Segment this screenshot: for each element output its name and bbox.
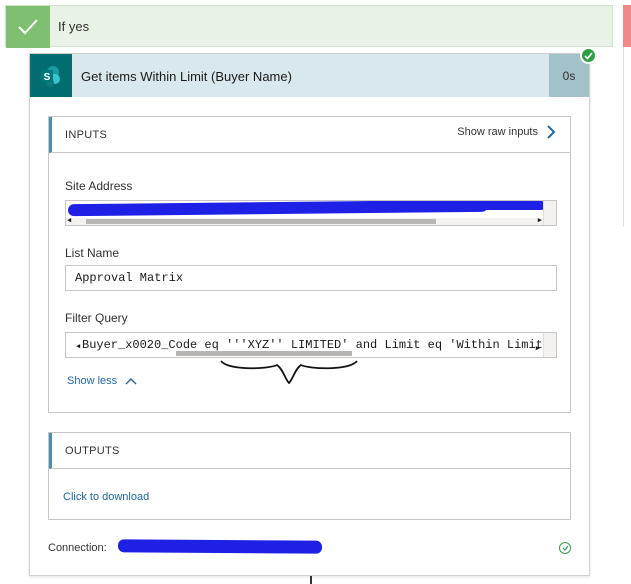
scroll-left-icon[interactable]: ◀ bbox=[67, 218, 71, 225]
list-name-field[interactable]: Approval Matrix bbox=[65, 265, 557, 291]
vertical-scrollbar[interactable] bbox=[543, 201, 556, 225]
outputs-panel: OUTPUTS Click to download bbox=[48, 432, 571, 520]
show-less-label: Show less bbox=[67, 375, 118, 387]
show-raw-inputs-link[interactable]: Show raw inputs bbox=[457, 125, 556, 139]
inputs-header: INPUTS Show raw inputs bbox=[49, 117, 570, 153]
show-raw-inputs-label: Show raw inputs bbox=[457, 126, 538, 138]
divider bbox=[623, 47, 624, 227]
checkmark-icon bbox=[6, 6, 50, 48]
redaction-mark bbox=[117, 539, 323, 554]
vertical-scrollbar[interactable] bbox=[543, 333, 556, 357]
outputs-title: OUTPUTS bbox=[65, 445, 120, 457]
sharepoint-icon: S bbox=[30, 54, 72, 97]
site-address-field[interactable]: ◀ ▶ bbox=[65, 200, 557, 226]
branch-title: If yes bbox=[58, 19, 90, 34]
click-to-download-link[interactable]: Click to download bbox=[63, 491, 149, 503]
inputs-panel: INPUTS Show raw inputs Site Address ◀ ▶ … bbox=[48, 116, 571, 413]
list-name-label: List Name bbox=[65, 246, 120, 260]
scroll-left-icon[interactable]: ◀ bbox=[76, 344, 80, 351]
check-circle-icon bbox=[580, 47, 597, 64]
inputs-title: INPUTS bbox=[65, 129, 108, 141]
redaction-mark bbox=[366, 201, 546, 210]
list-name-value: Approval Matrix bbox=[75, 271, 184, 285]
action-header[interactable]: S Get items Within Limit (Buyer Name) 0s bbox=[30, 54, 589, 97]
filter-query-label: Filter Query bbox=[65, 311, 128, 325]
branch-header-if-yes[interactable]: If yes bbox=[5, 5, 613, 48]
svg-text:S: S bbox=[44, 72, 51, 83]
scroll-right-icon[interactable]: ▶ bbox=[538, 218, 542, 225]
connection-label: Connection: bbox=[48, 542, 107, 554]
connection-ok-icon bbox=[559, 542, 571, 554]
chevron-right-icon bbox=[547, 125, 556, 139]
filter-query-field[interactable]: Buyer_x0020_Code eq '''XYZ'' LIMITED' an… bbox=[65, 332, 557, 358]
horizontal-scrollbar[interactable] bbox=[66, 218, 556, 225]
action-title: Get items Within Limit (Buyer Name) bbox=[81, 69, 292, 84]
horizontal-scrollbar[interactable] bbox=[66, 350, 556, 357]
scroll-right-icon[interactable]: ▶ bbox=[536, 346, 540, 353]
action-card: S Get items Within Limit (Buyer Name) 0s… bbox=[29, 53, 590, 576]
show-less-link[interactable]: Show less bbox=[67, 375, 137, 387]
site-address-label: Site Address bbox=[65, 179, 133, 193]
brace-annotation bbox=[220, 360, 358, 385]
outputs-header: OUTPUTS bbox=[49, 433, 570, 469]
flow-connector bbox=[310, 576, 312, 584]
else-branch-edge bbox=[623, 5, 631, 47]
chevron-up-icon bbox=[125, 378, 137, 385]
